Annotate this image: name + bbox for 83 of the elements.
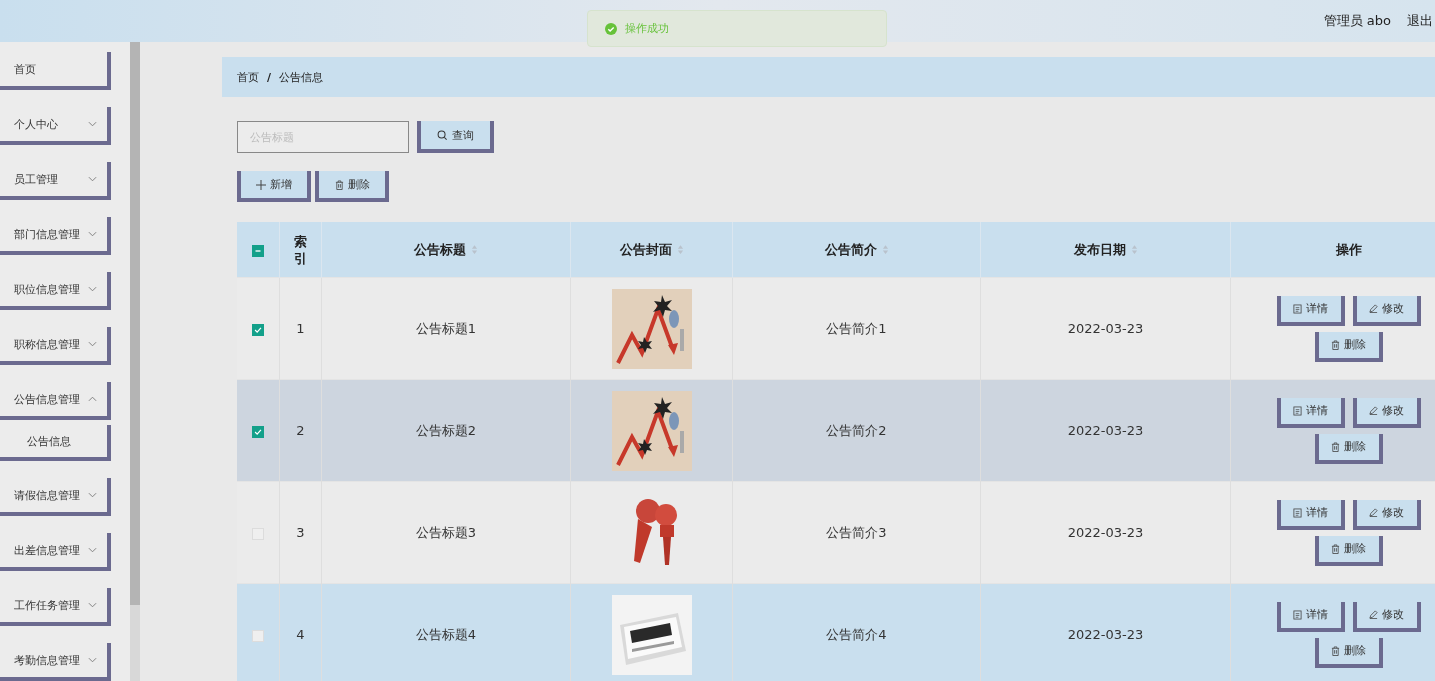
plus-icon [256,179,266,190]
table-cell: 公告标题3 [415,524,477,540]
row-checkbox[interactable] [252,425,264,438]
column-header[interactable]: 公告标题 [414,240,478,259]
table-row[interactable]: 3 公告标题3 公告简介3 2022-03-23 详情 修改 删除 [237,481,1435,584]
delete-button[interactable]: 删除 [1314,637,1383,668]
breadcrumb-separator: / [267,70,272,84]
menu-item[interactable]: 公告信息管理 [0,382,111,420]
delete-button[interactable]: 删除 [1314,433,1383,464]
table-cell: 公告标题2 [415,422,477,438]
column-header: 操作 [1335,240,1362,259]
menu-item[interactable]: 个人中心 [0,107,111,145]
row-checkbox[interactable] [252,323,264,336]
table-row[interactable]: 1 公告标题1 公告简介1 2022-03-23 详情 修改 删除 [237,277,1435,380]
pencil-icon [1369,610,1378,619]
table-cell: 公告简介3 [826,524,887,540]
table-row[interactable]: 4 公告标题4 公告简介4 2022-03-23 详情 修改 删除 [237,583,1435,681]
menu-item[interactable]: 职称信息管理 [0,327,111,365]
column-header: 索引 [293,232,308,267]
search-icon [437,129,448,141]
pencil-icon [1369,304,1378,313]
menu-item[interactable]: 首页 [0,52,111,90]
trash-icon [334,179,344,190]
table-cell: 公告简介2 [826,422,887,438]
table-cell: 2022-03-23 [1067,627,1144,642]
document-icon [1293,609,1302,620]
document-icon [1293,303,1302,314]
menu-item[interactable]: 员工管理 [0,162,111,200]
table-cell: 2022-03-23 [1067,525,1144,540]
detail-button[interactable]: 详情 [1276,499,1345,530]
table-row[interactable]: 2 公告标题2 公告简介2 2022-03-23 详情 修改 删除 [237,379,1435,482]
delete-button[interactable]: 删除 [1314,535,1383,566]
table-cell: 公告简介1 [826,320,887,336]
table-cell: 1 [296,321,305,336]
user-name: 管理员 abo [1323,12,1391,30]
sort-icon[interactable] [676,244,684,255]
table-cell: 4 [296,627,305,642]
menu-item[interactable]: 出差信息管理 [0,533,111,571]
delete-button[interactable]: 删除 [1314,331,1383,362]
sort-icon[interactable] [1130,244,1138,255]
table-cell: 公告标题4 [415,626,477,642]
success-icon [605,22,617,35]
delete-button[interactable]: 删除 [315,171,389,202]
menu-item[interactable]: 考勤信息管理 [0,643,111,681]
menu-item[interactable]: 职位信息管理 [0,272,111,310]
detail-button[interactable]: 详情 [1276,601,1345,632]
scrollbar[interactable] [130,42,140,681]
menu-item[interactable]: 工作任务管理 [0,588,111,626]
document-icon [1293,405,1302,416]
menu-item[interactable]: 请假信息管理 [0,478,111,516]
edit-button[interactable]: 修改 [1352,397,1421,428]
breadcrumb-item[interactable]: 公告信息 [279,69,324,85]
sort-icon[interactable] [881,244,889,255]
table-cell: 公告简介4 [826,626,887,642]
edit-button[interactable]: 修改 [1352,499,1421,530]
edit-button[interactable]: 修改 [1352,601,1421,632]
toast-message: 操作成功 [625,21,669,36]
select-all-checkbox[interactable] [252,244,264,257]
table-cell: 公告标题1 [415,320,477,336]
pencil-icon [1369,406,1378,415]
column-header[interactable]: 公告封面 [619,240,684,259]
menu-item[interactable]: 部门信息管理 [0,217,111,255]
add-button[interactable]: 新增 [237,171,311,202]
column-header[interactable]: 发布日期 [1073,240,1138,259]
search-button[interactable]: 查询 [417,121,494,153]
detail-button[interactable]: 详情 [1276,295,1345,326]
trash-icon [1331,441,1340,452]
table-cell: 2 [296,423,305,438]
trash-icon [1331,645,1340,656]
pencil-icon [1369,508,1378,517]
sort-icon[interactable] [471,244,478,255]
edit-button[interactable]: 修改 [1352,295,1421,326]
submenu-item[interactable]: 公告信息 [0,425,111,461]
table-cell: 2022-03-23 [1067,423,1144,438]
trash-icon [1331,543,1340,554]
detail-button[interactable]: 详情 [1276,397,1345,428]
column-header[interactable]: 公告简介 [824,240,889,259]
breadcrumb-item[interactable]: 首页 [237,69,259,85]
table-cell: 3 [296,525,305,540]
table-cell: 2022-03-23 [1067,321,1144,336]
document-icon [1293,507,1302,518]
logout-link[interactable]: 退出 [1407,12,1433,30]
trash-icon [1331,339,1340,350]
